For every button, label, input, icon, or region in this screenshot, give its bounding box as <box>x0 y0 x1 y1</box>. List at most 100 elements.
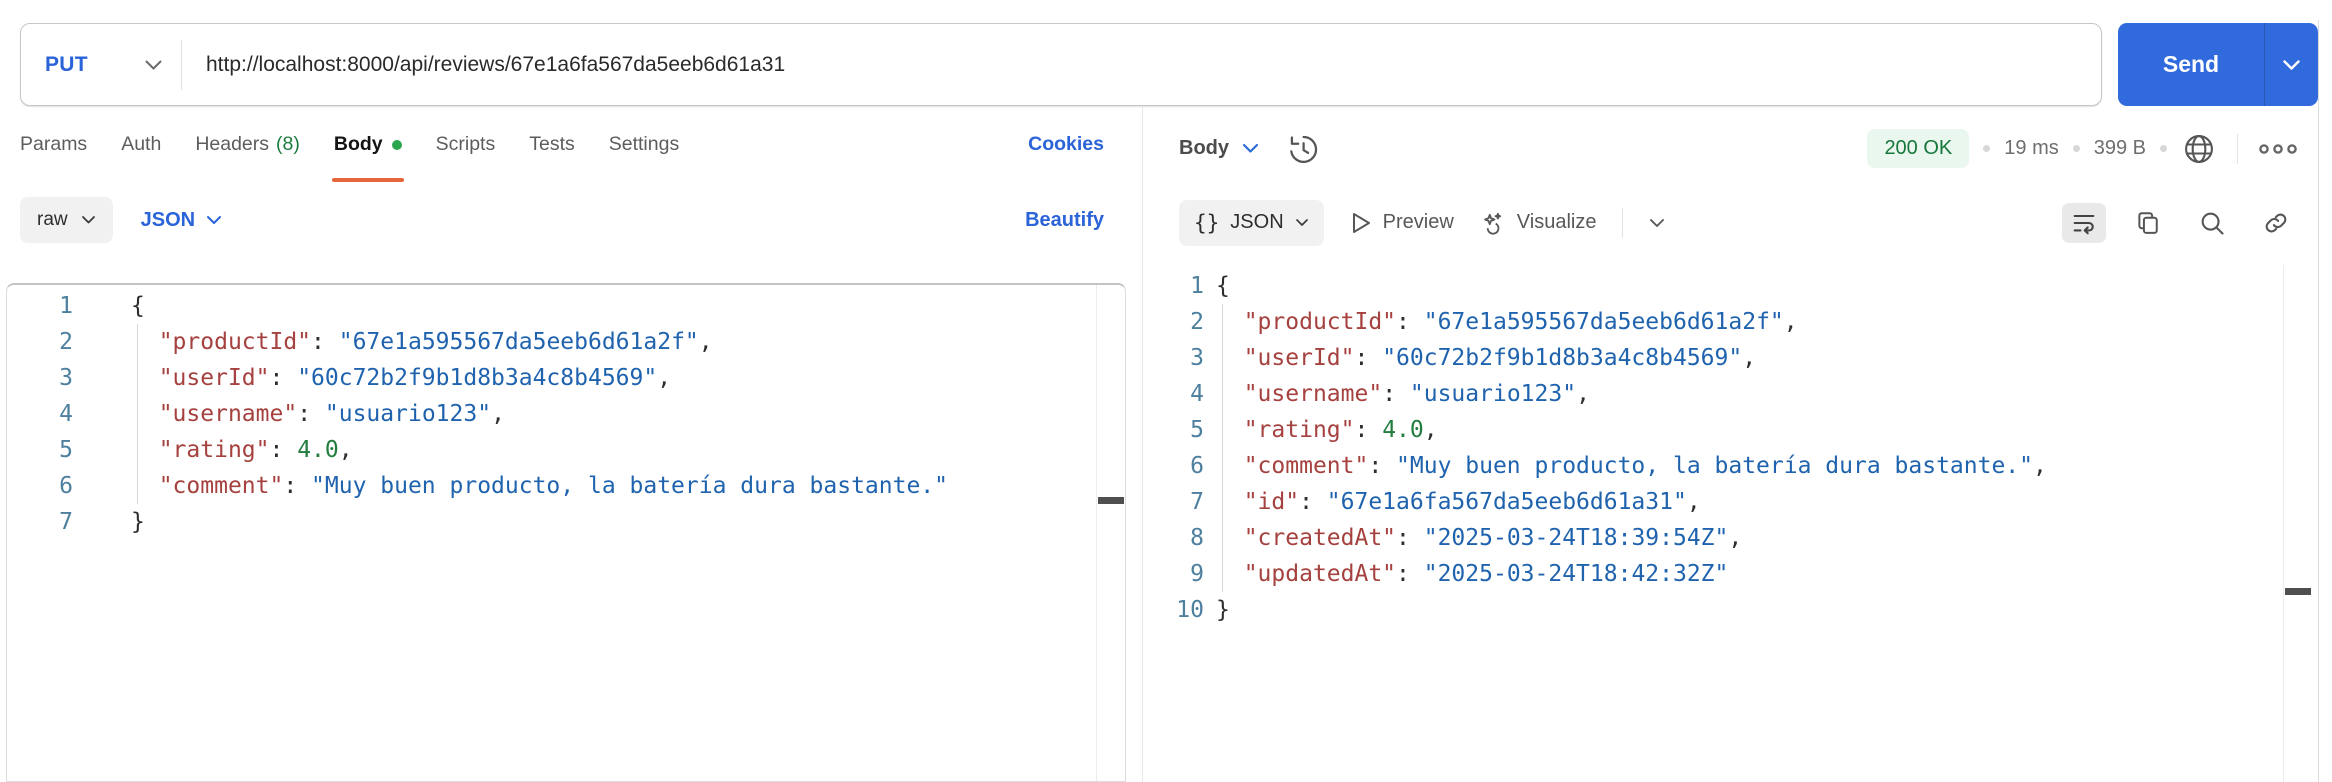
request-code: 1{2 "productId": "67e1a595567da5eeb6d61a… <box>7 285 1125 540</box>
toolbar-divider <box>1622 208 1623 238</box>
wrap-text-button[interactable] <box>2062 203 2106 243</box>
tab-params[interactable]: Params <box>20 107 87 182</box>
line-number: 4 <box>1143 376 1204 412</box>
cookies-link[interactable]: Cookies <box>1028 133 1104 156</box>
sparkle-wand-icon <box>1480 210 1506 236</box>
workspace-split: Params Auth Headers (8) Body Scripts Tes… <box>0 107 2332 782</box>
chevron-down-icon <box>1242 143 1259 154</box>
window-scrollbar[interactable] <box>2318 20 2319 782</box>
response-meta: 200 OK 19 ms 399 B <box>1867 129 2298 168</box>
response-format-select[interactable]: {} JSON <box>1179 200 1324 246</box>
line-number: 10 <box>1143 592 1204 628</box>
chevron-down-icon <box>144 59 163 71</box>
response-code: 1{2 "productId": "67e1a595567da5eeb6d61a… <box>1143 265 2312 628</box>
send-button[interactable]: Send <box>2118 23 2318 106</box>
headers-count-badge: (8) <box>276 133 300 156</box>
code-line: 8 "createdAt": "2025-03-24T18:39:54Z", <box>1143 520 2312 556</box>
chevron-down-icon <box>1295 218 1309 227</box>
response-view-select[interactable]: Body <box>1179 137 1259 160</box>
line-number: 5 <box>1143 412 1204 448</box>
beautify-button[interactable]: Beautify <box>1025 209 1104 232</box>
scrollbar-thumb[interactable] <box>1098 497 1124 504</box>
code-line: 4 "username": "usuario123", <box>7 396 1125 432</box>
code-line: 6 "comment": "Muy buen producto, la bate… <box>7 468 1125 504</box>
code-line: 2 "productId": "67e1a595567da5eeb6d61a2f… <box>1143 304 2312 340</box>
tab-headers[interactable]: Headers (8) <box>195 107 300 182</box>
braces-icon: {} <box>1194 211 1219 235</box>
line-number: 6 <box>1143 448 1204 484</box>
code-line: 1{ <box>7 288 1125 324</box>
line-number: 1 <box>7 288 73 324</box>
status-badge: 200 OK <box>1867 129 1969 168</box>
code-line: 6 "comment": "Muy buen producto, la bate… <box>1143 448 2312 484</box>
code-line: 9 "updatedAt": "2025-03-24T18:42:32Z" <box>1143 556 2312 592</box>
url-container: PUT <box>20 23 2102 106</box>
code-line: 5 "rating": 4.0, <box>1143 412 2312 448</box>
request-tabs: Params Auth Headers (8) Body Scripts Tes… <box>0 107 1142 182</box>
active-tab-underline <box>332 178 404 182</box>
preview-button[interactable]: Preview <box>1350 211 1454 235</box>
play-icon <box>1350 211 1372 235</box>
chevron-down-icon <box>206 215 222 225</box>
more-options-button[interactable] <box>2258 142 2298 156</box>
visualize-options-chevron[interactable] <box>1649 218 1665 228</box>
chevron-down-icon <box>81 215 96 225</box>
line-number: 2 <box>1143 304 1204 340</box>
separator-dot <box>1983 145 1990 152</box>
send-options-button[interactable] <box>2264 23 2318 106</box>
tab-scripts[interactable]: Scripts <box>436 107 496 182</box>
response-size: 399 B <box>2094 137 2146 160</box>
line-number: 3 <box>7 360 73 396</box>
body-type-select[interactable]: raw <box>20 197 113 243</box>
network-globe-icon[interactable] <box>2181 131 2217 167</box>
separator-dot <box>2160 145 2167 152</box>
search-icon[interactable] <box>2190 203 2234 243</box>
code-line: 7 "id": "67e1a6fa567da5eeb6d61a31", <box>1143 484 2312 520</box>
request-body-editor[interactable]: 1{2 "productId": "67e1a595567da5eeb6d61a… <box>6 283 1126 782</box>
response-toolbar: {} JSON Preview <box>1143 190 2332 255</box>
code-line: 3 "userId": "60c72b2f9b1d8b3a4c8b4569", <box>1143 340 2312 376</box>
code-line: 10} <box>1143 592 2312 628</box>
method-label: PUT <box>45 53 88 77</box>
response-time: 19 ms <box>2004 137 2058 160</box>
response-header: Body 200 OK 19 ms 399 B <box>1143 107 2332 190</box>
line-number: 7 <box>1143 484 1204 520</box>
request-panel: Params Auth Headers (8) Body Scripts Tes… <box>0 107 1143 782</box>
method-select[interactable]: PUT <box>21 24 181 105</box>
line-number: 1 <box>1143 268 1204 304</box>
response-history-icon[interactable] <box>1285 131 1321 167</box>
visualize-button[interactable]: Visualize <box>1480 210 1597 236</box>
line-number: 8 <box>1143 520 1204 556</box>
code-line: 2 "productId": "67e1a595567da5eeb6d61a2f… <box>7 324 1125 360</box>
line-number: 7 <box>7 504 73 540</box>
code-line: 5 "rating": 4.0, <box>7 432 1125 468</box>
tab-settings[interactable]: Settings <box>609 107 679 182</box>
tab-auth[interactable]: Auth <box>121 107 161 182</box>
indent-guide <box>1222 304 1223 592</box>
indent-guide <box>137 324 138 504</box>
code-line: 1{ <box>1143 268 2312 304</box>
request-editor-scrollbar[interactable] <box>1096 285 1125 781</box>
scrollbar-thumb[interactable] <box>2285 588 2311 595</box>
tab-tests[interactable]: Tests <box>529 107 575 182</box>
send-label[interactable]: Send <box>2118 23 2264 106</box>
line-number: 6 <box>7 468 73 504</box>
code-line: 7} <box>7 504 1125 540</box>
language-select[interactable]: JSON <box>141 209 222 232</box>
response-editor-scrollbar[interactable] <box>2283 265 2312 782</box>
url-input[interactable] <box>182 53 2101 77</box>
body-format-toolbar: raw JSON Beautify <box>0 182 1142 258</box>
code-line: 4 "username": "usuario123", <box>1143 376 2312 412</box>
meta-divider <box>2237 134 2238 164</box>
response-actions <box>2062 203 2298 243</box>
code-line: 3 "userId": "60c72b2f9b1d8b3a4c8b4569", <box>7 360 1125 396</box>
request-bar: PUT Send <box>0 0 2332 107</box>
copy-icon[interactable] <box>2126 203 2170 243</box>
tab-body[interactable]: Body <box>334 107 402 182</box>
body-modified-dot <box>392 140 402 150</box>
link-icon[interactable] <box>2254 203 2298 243</box>
line-number: 4 <box>7 396 73 432</box>
response-body-viewer[interactable]: 1{2 "productId": "67e1a595567da5eeb6d61a… <box>1143 265 2312 782</box>
line-number: 3 <box>1143 340 1204 376</box>
response-panel: Body 200 OK 19 ms 399 B <box>1143 107 2332 782</box>
